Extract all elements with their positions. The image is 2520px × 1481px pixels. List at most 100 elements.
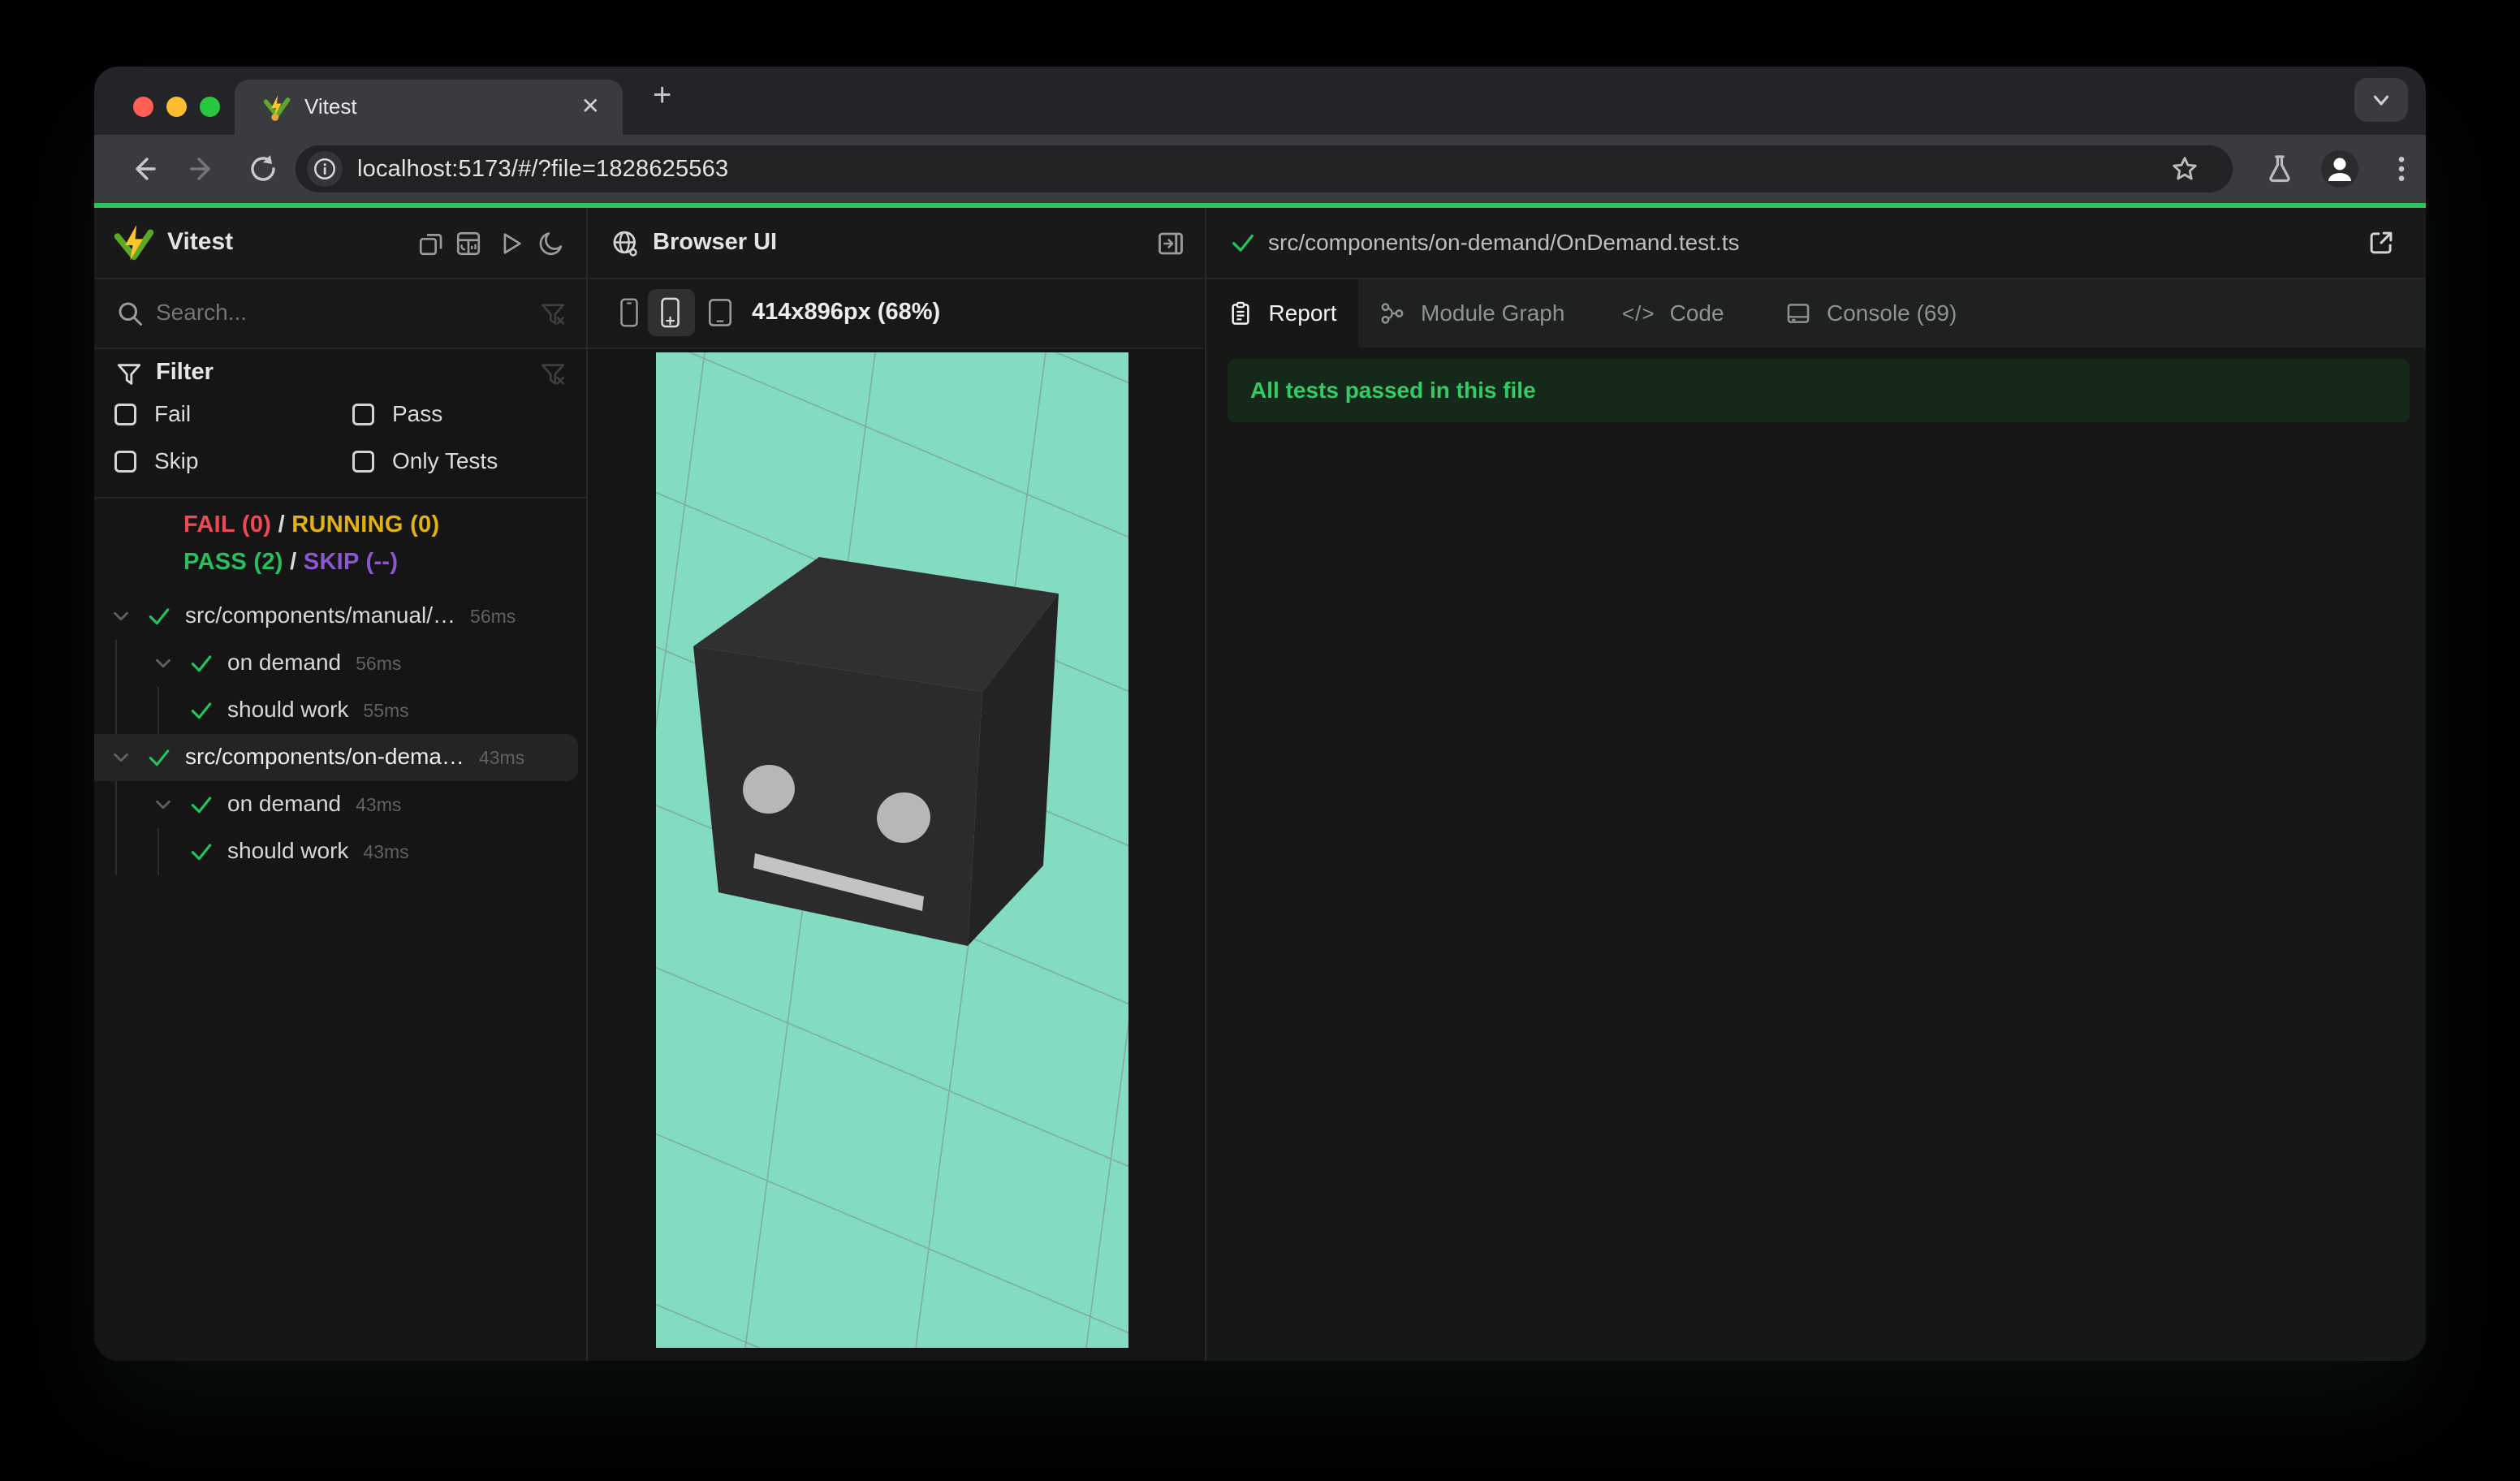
threejs-scene (656, 352, 1128, 1348)
experiments-flask-icon[interactable] (2263, 153, 2296, 185)
tree-item-duration: 56ms (470, 606, 516, 627)
tab-code[interactable]: </> Code (1622, 279, 1760, 348)
new-tab-button[interactable]: + (653, 79, 671, 111)
filter-option-pass[interactable]: Pass (352, 401, 442, 427)
filter-option-fail[interactable]: Fail (114, 401, 191, 427)
robot-cube (693, 557, 1059, 946)
skip-count: SKIP (--) (303, 549, 399, 575)
tree-item-duration: 55ms (363, 700, 409, 721)
tab-close-icon[interactable]: ✕ (581, 93, 600, 119)
tree-test-row[interactable]: should work 43ms (94, 828, 586, 875)
traffic-close-button[interactable] (133, 97, 153, 117)
url-bar[interactable]: localhost:5173/#/?file=1828625563 (296, 145, 2233, 192)
screenshot-stage: Vitest ✕ + localhost:5173/#/?file=182862… (0, 0, 2520, 1481)
tree-test-row[interactable]: should work 55ms (94, 687, 586, 734)
tab-report[interactable]: Report (1206, 279, 1358, 348)
tab-code-label: Code (1669, 300, 1724, 326)
dashboard-icon[interactable] (455, 230, 482, 257)
kebab-menu-icon[interactable] (2385, 151, 2418, 187)
pass-checkbox[interactable] (352, 403, 374, 425)
tree-item-duration: 43ms (356, 794, 402, 815)
reload-icon[interactable] (247, 153, 279, 185)
device-phone-plus-button[interactable] (648, 289, 695, 336)
all-tests-passed-banner: All tests passed in this file (1228, 359, 2410, 422)
report-file-path[interactable]: src/components/on-demand/OnDemand.test.t… (1268, 230, 1740, 256)
summary-separator: / (278, 512, 285, 538)
clear-filters-icon[interactable] (539, 361, 567, 388)
fail-label: Fail (154, 401, 192, 426)
only-tests-label: Only Tests (392, 448, 498, 473)
funnel-icon (115, 361, 143, 388)
device-phone-small-button[interactable] (606, 289, 653, 336)
tree-item-label: src/components/on-dema… 43ms (185, 744, 525, 769)
viewport-size-label: 414x896px (68%) (752, 299, 941, 325)
tab-search-button[interactable] (2354, 78, 2408, 122)
module-graph-icon (1379, 300, 1406, 327)
tree-item-label: should work 43ms (227, 838, 409, 863)
console-icon (1784, 300, 1812, 327)
sidebar-search-row (94, 279, 586, 349)
globe-icon (611, 229, 640, 258)
fail-count: FAIL (0) (183, 512, 272, 538)
pass-check-icon (1229, 229, 1257, 257)
pass-check-icon (188, 792, 214, 818)
vitest-logo-icon (114, 222, 154, 263)
tab-module-graph-label: Module Graph (1421, 300, 1565, 326)
browser-tabstrip: Vitest ✕ + (94, 67, 2426, 135)
only-tests-checkbox[interactable] (352, 450, 374, 473)
tree-item-label: on demand 56ms (227, 650, 402, 675)
test-viewport[interactable] (656, 352, 1128, 1348)
summary-line-2: PASS (2) / SKIP (--) (183, 549, 398, 576)
browser-ui-panel: Browser UI 414x896px (68%) (586, 208, 1206, 1361)
dock-right-icon[interactable] (1156, 229, 1185, 258)
device-tablet-button[interactable] (697, 289, 744, 336)
tree-file-row[interactable]: src/components/manual/… 56ms (94, 593, 586, 640)
tree-suite-row[interactable]: on demand 56ms (94, 640, 586, 687)
tab-module-graph[interactable]: Module Graph (1379, 279, 1581, 348)
pass-check-icon (188, 839, 214, 865)
chevron-down-icon[interactable] (109, 604, 133, 628)
skip-checkbox[interactable] (114, 450, 136, 473)
search-input[interactable] (154, 299, 466, 326)
clipboard-icon (1228, 300, 1254, 327)
tab-report-label: Report (1268, 300, 1337, 326)
url-text[interactable]: localhost:5173/#/?file=1828625563 (357, 156, 728, 183)
traffic-minimize-button[interactable] (166, 97, 187, 117)
device-toolbar: 414x896px (68%) (588, 279, 1205, 349)
fail-checkbox[interactable] (114, 403, 136, 425)
filter-option-only-tests[interactable]: Only Tests (352, 448, 498, 474)
ungroup-windows-icon[interactable] (417, 230, 445, 257)
profile-avatar-icon[interactable] (2320, 149, 2359, 188)
browser-toolbar: localhost:5173/#/?file=1828625563 (94, 135, 2426, 203)
dark-mode-icon[interactable] (537, 230, 565, 257)
bookmark-star-icon[interactable] (2169, 153, 2200, 184)
pass-check-icon (188, 697, 214, 723)
tree-file-row-selected[interactable]: src/components/on-dema… 43ms (94, 734, 578, 781)
tree-item-duration: 43ms (363, 841, 409, 862)
chevron-down-icon[interactable] (151, 792, 175, 817)
back-icon[interactable] (127, 153, 159, 185)
tree-item-label: on demand 43ms (227, 791, 402, 816)
sidebar-header: Vitest (94, 208, 586, 279)
browser-ui-header: Browser UI (588, 208, 1205, 279)
tree-suite-row[interactable]: on demand 43ms (94, 781, 586, 828)
tree-item-duration: 43ms (478, 747, 525, 768)
filter-option-skip[interactable]: Skip (114, 448, 198, 474)
chevron-down-icon[interactable] (109, 745, 133, 770)
chevron-down-icon[interactable] (151, 651, 175, 676)
tab-console[interactable]: Console (69) (1784, 279, 2012, 348)
forward-icon[interactable] (187, 153, 219, 185)
skip-label: Skip (154, 448, 199, 473)
open-external-icon[interactable] (2366, 227, 2397, 258)
site-info-icon[interactable] (307, 151, 343, 187)
search-icon (115, 299, 145, 328)
run-all-icon[interactable] (497, 230, 524, 257)
browser-tab[interactable]: Vitest ✕ (235, 80, 623, 135)
pass-label: Pass (392, 401, 443, 426)
tree-item-duration: 56ms (356, 653, 402, 674)
vitest-sidebar: Vitest Search... Filter Fail Pass Skip O… (94, 208, 586, 1361)
browser-ui-title: Browser UI (653, 229, 778, 255)
traffic-zoom-button[interactable] (200, 97, 220, 117)
clear-search-filter-icon[interactable] (539, 300, 567, 328)
report-file-header: src/components/on-demand/OnDemand.test.t… (1206, 208, 2426, 279)
